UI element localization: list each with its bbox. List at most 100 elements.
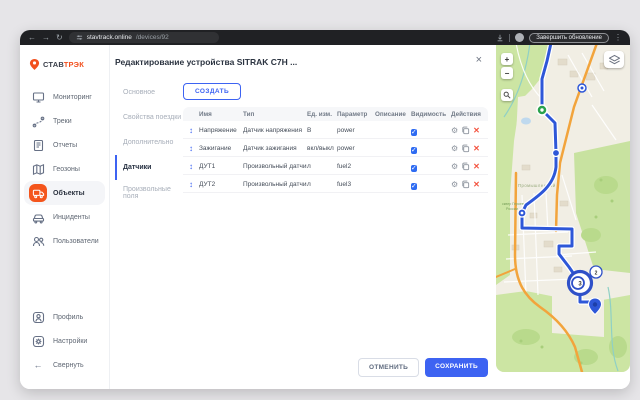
col-actions: Действия	[451, 111, 488, 118]
waypoint-dot	[521, 212, 524, 215]
col-description: Описание	[375, 111, 411, 118]
profile-avatar[interactable]	[515, 33, 524, 42]
copy-icon[interactable]	[461, 180, 470, 189]
sidebar-item-tracks[interactable]: Треки	[24, 109, 105, 133]
sensor-type: Датчик напряжения	[243, 127, 307, 134]
collapse-arrow-icon: ←	[29, 356, 47, 374]
sidebar-item-profile[interactable]: Профиль	[24, 305, 105, 329]
sidebar-item-label: Настройки	[53, 338, 87, 345]
col-visibility: Видимость	[411, 111, 451, 118]
copy-icon[interactable]	[461, 162, 470, 171]
sensor-name: ДУТ1	[199, 163, 243, 170]
search-icon	[503, 91, 511, 99]
sidebar-item-settings[interactable]: Настройки	[24, 329, 105, 353]
save-button[interactable]: СОХРАНИТЬ	[425, 358, 488, 377]
address-bar[interactable]: stavtrack.online/devices/92	[69, 32, 219, 43]
modal-tabs: Основное Свойства поездки Дополнительно …	[115, 80, 183, 205]
browser-window: ← → ↻ stavtrack.online/devices/92 Заверш…	[20, 30, 630, 389]
visibility-checkbox[interactable]: ✓	[411, 147, 417, 154]
drag-handle-icon[interactable]: ↕	[183, 180, 199, 189]
cancel-button[interactable]: ОТМЕНИТЬ	[358, 358, 419, 377]
tab-trip-properties[interactable]: Свойства поездки	[115, 105, 183, 130]
map-park-label: сквер Героев	[502, 202, 524, 206]
tab-custom-fields[interactable]: Произвольные поля	[115, 180, 183, 205]
sensor-name: ДУТ2	[199, 181, 243, 188]
table-header: Имя Тип Ед. изм. Параметр Описание Видим…	[183, 107, 488, 121]
tab-sensors[interactable]: Датчики	[115, 155, 183, 180]
monitor-icon	[29, 88, 47, 106]
finish-update-button[interactable]: Завершить обновление	[529, 33, 609, 43]
sidebar-item-users[interactable]: Пользователи	[24, 229, 105, 253]
visibility-checkbox[interactable]: ✓	[411, 183, 417, 190]
forward-icon[interactable]: →	[42, 30, 50, 45]
sensor-param: fuel2	[337, 163, 375, 170]
zoom-out-button[interactable]: −	[501, 67, 513, 79]
browser-menu-icon[interactable]: ⋮	[614, 30, 622, 45]
sensor-param: fuel3	[337, 181, 375, 188]
waypoint-marker[interactable]	[553, 150, 560, 157]
sidebar-nav: Мониторинг Треки Отчеты	[20, 85, 109, 253]
calibration-gear-icon[interactable]: ⚙	[451, 144, 458, 153]
table-row: ↕ ДУТ1 Произвольный датчик л fuel2 ✓ ⚙ ✕	[183, 157, 488, 175]
sidebar-item-label: Инциденты	[53, 214, 90, 221]
sidebar-item-objects[interactable]: Объекты	[24, 181, 105, 205]
calibration-gear-icon[interactable]: ⚙	[451, 180, 458, 189]
reload-icon[interactable]: ↻	[56, 30, 63, 45]
visibility-checkbox[interactable]: ✓	[411, 129, 417, 136]
reports-icon	[29, 136, 47, 154]
car-incident-icon	[29, 208, 47, 226]
calibration-gear-icon[interactable]: ⚙	[451, 162, 458, 171]
sidebar-item-label: Геозоны	[53, 166, 80, 173]
sensor-unit: вкл/выкл	[307, 145, 337, 152]
map-park-label: России	[506, 207, 518, 211]
sensor-type: Датчик зажигания	[243, 145, 307, 152]
calibration-gear-icon[interactable]: ⚙	[451, 126, 458, 135]
geozones-icon	[29, 160, 47, 178]
close-icon[interactable]: ×	[476, 55, 482, 65]
table-row: ↕ Зажигание Датчик зажигания вкл/выкл po…	[183, 139, 488, 157]
visibility-checkbox[interactable]: ✓	[411, 165, 417, 172]
back-icon[interactable]: ←	[28, 30, 36, 45]
sensor-unit: В	[307, 127, 337, 134]
sidebar-item-collapse[interactable]: ← Свернуть	[24, 353, 105, 377]
device-edit-modal: Редактирование устройства SITRAK C7H ...…	[110, 45, 496, 389]
sidebar-item-reports[interactable]: Отчеты	[24, 133, 105, 157]
copy-icon[interactable]	[461, 144, 470, 153]
tab-main[interactable]: Основное	[115, 80, 183, 105]
col-unit: Ед. изм.	[307, 111, 337, 118]
sidebar-item-incidents[interactable]: Инциденты	[24, 205, 105, 229]
delete-icon[interactable]: ✕	[473, 162, 480, 171]
layers-icon	[608, 54, 621, 66]
sidebar-item-label: Отчеты	[53, 142, 77, 149]
col-param: Параметр	[337, 111, 375, 118]
drag-handle-icon[interactable]: ↕	[183, 126, 199, 135]
sidebar-item-geozones[interactable]: Геозоны	[24, 157, 105, 181]
map-search-button[interactable]	[501, 89, 513, 101]
zoom-in-button[interactable]: +	[501, 53, 513, 65]
layers-button[interactable]	[604, 51, 624, 68]
sidebar-item-label: Треки	[53, 118, 72, 125]
drag-handle-icon[interactable]: ↕	[183, 162, 199, 171]
sensor-param: power	[337, 127, 375, 134]
tab-additional[interactable]: Дополнительно	[115, 130, 183, 155]
sensor-name: Напряжение	[199, 127, 243, 134]
delete-icon[interactable]: ✕	[473, 126, 480, 135]
copy-icon[interactable]	[461, 126, 470, 135]
route-end-pin-center	[593, 302, 597, 306]
delete-icon[interactable]: ✕	[473, 144, 480, 153]
drag-handle-icon[interactable]: ↕	[183, 144, 199, 153]
create-button[interactable]: СОЗДАТЬ	[183, 83, 241, 100]
sidebar-footer: Профиль Настройки ← Свернуть	[20, 305, 109, 389]
sensor-unit: л	[307, 181, 337, 188]
browser-titlebar: ← → ↻ stavtrack.online/devices/92 Заверш…	[20, 30, 630, 45]
logo-text: СТАВТРЭК	[43, 60, 84, 69]
delete-icon[interactable]: ✕	[473, 180, 480, 189]
sidebar-item-monitoring[interactable]: Мониторинг	[24, 85, 105, 109]
modal-title: Редактирование устройства SITRAK C7H ...	[115, 57, 488, 67]
download-icon[interactable]	[496, 34, 504, 42]
sensor-type: Произвольный датчик	[243, 181, 307, 188]
map-canvas: Промышленный сквер Героев России	[496, 45, 630, 372]
map-panel[interactable]: Промышленный сквер Героев России	[496, 45, 630, 372]
route-start-dot	[540, 108, 543, 111]
sidebar-item-label: Свернуть	[53, 362, 84, 369]
